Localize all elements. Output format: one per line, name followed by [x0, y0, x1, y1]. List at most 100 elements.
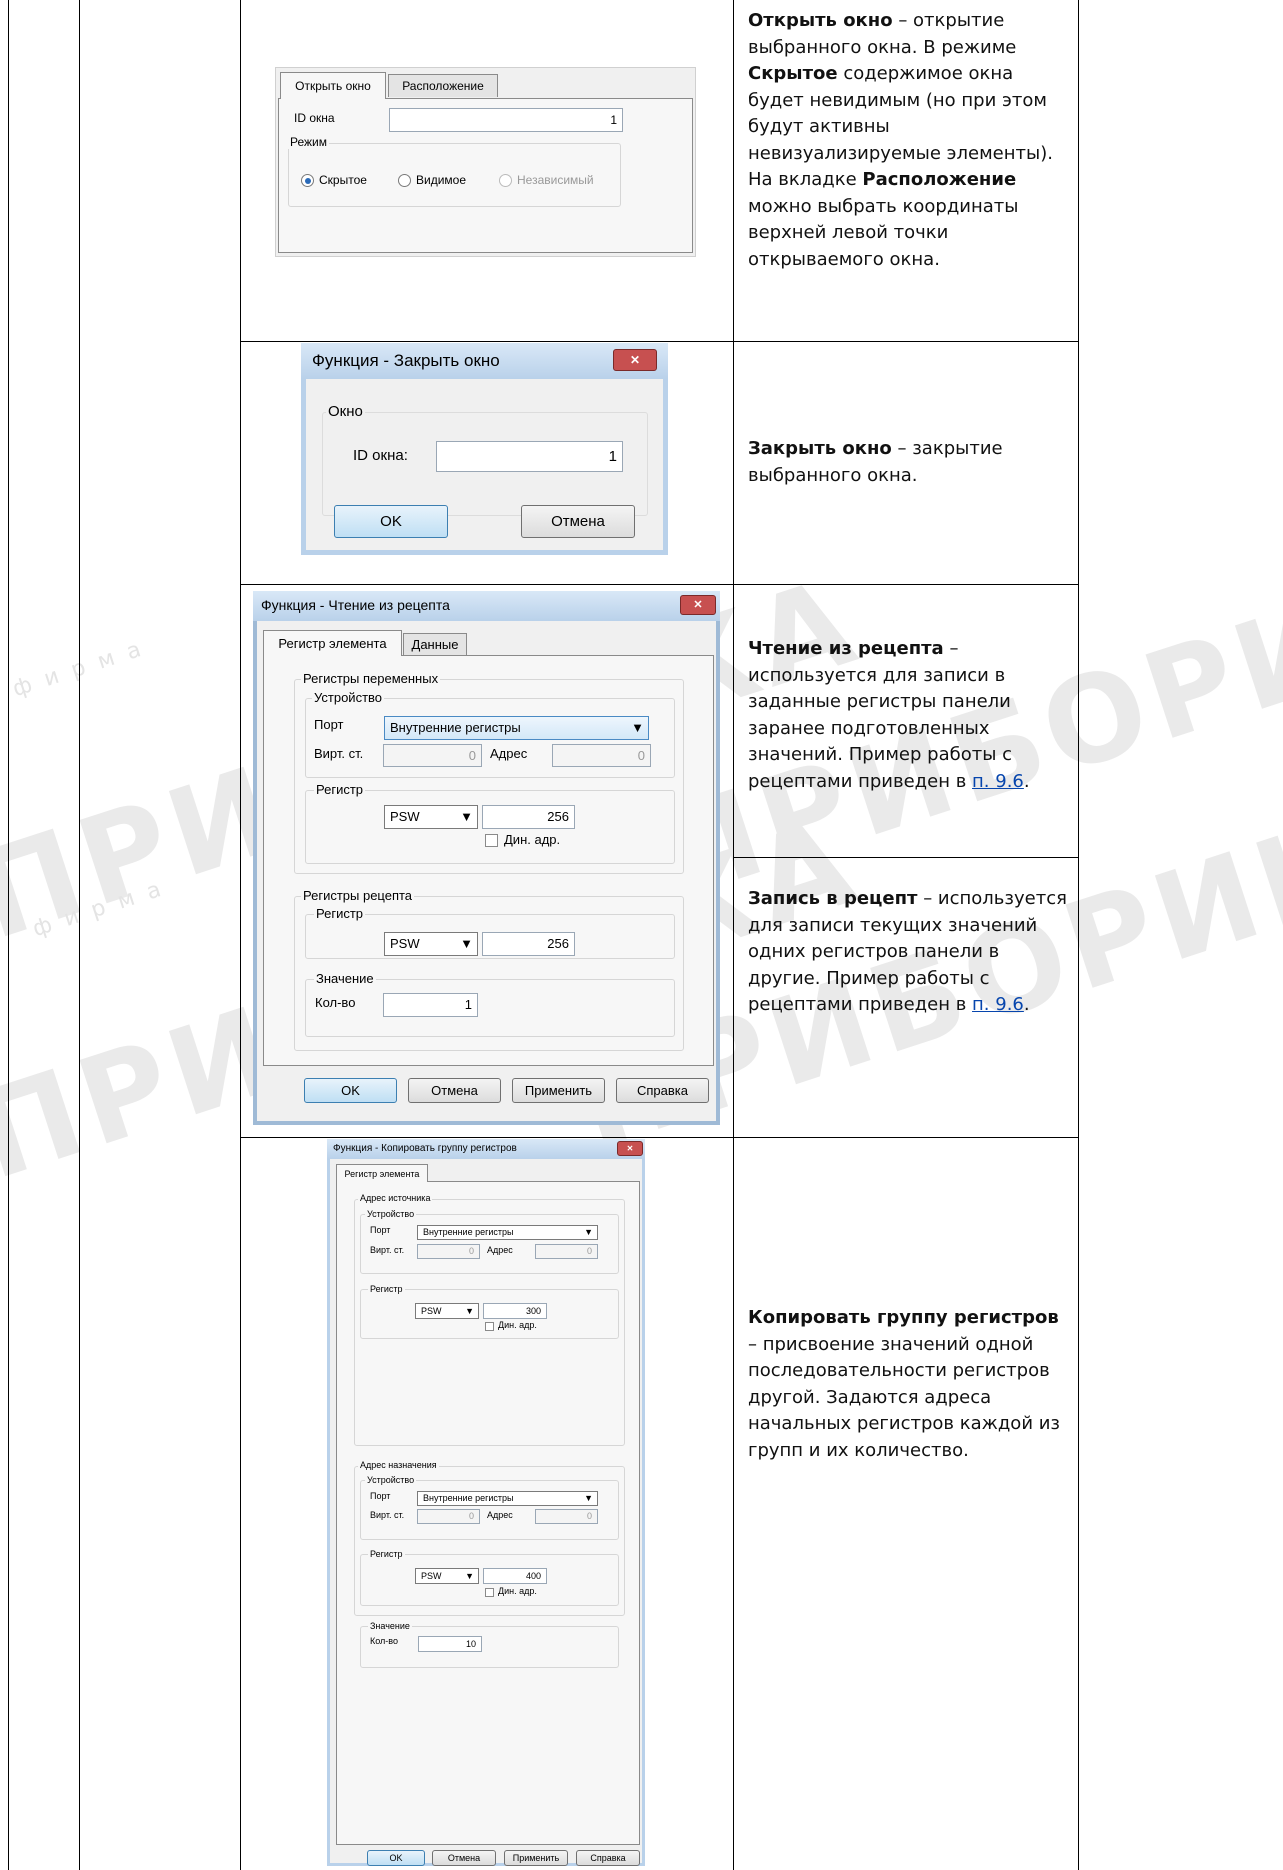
tab-data[interactable]: Данные: [403, 633, 467, 655]
dialog-title: Функция - Закрыть окно: [312, 351, 500, 370]
device-group-label: Устройство: [312, 690, 385, 705]
virtual-station-label: Вирт. ст.: [314, 746, 364, 761]
dynamic-address-checkbox[interactable]: [485, 834, 498, 847]
port-label: Порт: [370, 1225, 391, 1235]
cancel-button[interactable]: Отмена: [408, 1078, 501, 1103]
radio-hidden-label: Скрытое: [319, 173, 367, 187]
virtual-station-input[interactable]: 0: [417, 1509, 480, 1524]
device-group-label: Устройство: [365, 1209, 417, 1219]
device-group-label: Устройство: [365, 1475, 417, 1485]
dynamic-address-checkbox[interactable]: [485, 1588, 494, 1597]
cancel-button[interactable]: Отмена: [432, 1850, 496, 1866]
port-select[interactable]: Внутренние регистры ▼: [417, 1225, 598, 1240]
count-input[interactable]: 10: [418, 1636, 482, 1652]
window-id-input[interactable]: 1: [389, 108, 623, 132]
virtual-station-input[interactable]: 0: [417, 1244, 480, 1259]
register-type-select[interactable]: PSW ▼: [384, 805, 478, 829]
chevron-down-icon: ▼: [465, 1571, 474, 1581]
bold-term: Чтение из рецепта: [748, 638, 944, 659]
chevron-down-icon: ▼: [460, 936, 473, 951]
chevron-down-icon: ▼: [465, 1306, 474, 1316]
recipe-registers-label: Регистры рецепта: [301, 888, 415, 903]
dynamic-address-label: Дин. адр.: [504, 832, 561, 847]
tab-location[interactable]: Расположение: [388, 74, 498, 97]
value-group-label: Значение: [368, 1621, 412, 1631]
register-type-value: PSW: [390, 809, 420, 824]
register-address-input[interactable]: 256: [482, 805, 575, 829]
port-select-value: Внутренние регистры: [423, 1493, 514, 1503]
recipe-register-address-input[interactable]: 256: [482, 932, 575, 956]
register-type-select[interactable]: PSW ▼: [415, 1303, 479, 1319]
count-input[interactable]: 1: [383, 993, 478, 1017]
count-label: Кол-во: [315, 995, 356, 1010]
window-id-label: ID окна: [294, 111, 335, 125]
chevron-down-icon: ▼: [460, 809, 473, 824]
recipe-register-type-value: PSW: [390, 936, 420, 951]
dynamic-address-label: Дин. адр.: [498, 1586, 537, 1596]
address-label: Адрес: [490, 746, 528, 761]
tab-open-window[interactable]: Открыть окно: [280, 72, 386, 99]
close-icon[interactable]: ✕: [617, 1141, 643, 1156]
virtual-station-label: Вирт. ст.: [370, 1510, 405, 1520]
recipe-register-type-select[interactable]: PSW ▼: [384, 932, 478, 956]
section-link[interactable]: п. 9.6: [972, 994, 1024, 1015]
register-address-input[interactable]: 300: [483, 1303, 547, 1319]
port-select[interactable]: Внутренние регистры ▼: [417, 1491, 598, 1506]
chevron-down-icon: ▼: [631, 720, 644, 735]
port-label: Порт: [370, 1491, 391, 1501]
bold-term: Копировать группу регистров: [748, 1307, 1059, 1328]
port-label: Порт: [314, 717, 344, 732]
bold-term: Закрыть окно: [748, 438, 892, 459]
address-input[interactable]: 0: [552, 744, 651, 767]
radio-hidden[interactable]: [301, 174, 314, 187]
row-description-read-recipe: Чтение из рецепта – используется для зап…: [748, 638, 1030, 792]
help-button[interactable]: Справка: [616, 1078, 709, 1103]
copy-registers-dialog: Функция - Копировать группу регистров ✕ …: [327, 1139, 645, 1866]
close-icon[interactable]: ✕: [680, 595, 716, 615]
watermark-word: фирма: [9, 632, 158, 703]
watermark-word: фирма: [29, 872, 178, 943]
dialog-title: Функция - Чтение из рецепта: [261, 597, 450, 613]
variable-registers-label: Регистры переменных: [301, 671, 441, 686]
radio-independent[interactable]: [499, 174, 512, 187]
help-button[interactable]: Справка: [576, 1850, 640, 1866]
virtual-station-input[interactable]: 0: [383, 744, 482, 767]
dialog-title: Функция - Копировать группу регистров: [333, 1143, 517, 1154]
source-address-label: Адрес источника: [358, 1193, 433, 1203]
tab-element-register[interactable]: Регистр элемента: [263, 630, 402, 656]
row-description-open-window: Открыть окно – открытие выбранного окна.…: [748, 10, 1053, 270]
recipe-register-label: Регистр: [314, 906, 366, 921]
row-description-copy-registers: Копировать группу регистров – присвоение…: [748, 1307, 1061, 1461]
window-id-label: ID окна:: [353, 447, 408, 464]
apply-button[interactable]: Применить: [504, 1850, 568, 1866]
register-type-select[interactable]: PSW ▼: [415, 1568, 479, 1584]
close-window-dialog: Функция - Закрыть окно ✕ Окно ID окна: 1…: [301, 343, 668, 555]
radio-visible-label: Видимое: [416, 173, 467, 187]
register-address-input[interactable]: 400: [483, 1568, 547, 1584]
cancel-button[interactable]: Отмена: [521, 505, 635, 538]
section-link[interactable]: п. 9.6: [972, 771, 1024, 792]
tab-element-register[interactable]: Регистр элемента: [336, 1164, 428, 1182]
register-group-label: Регистр: [368, 1284, 405, 1294]
dynamic-address-checkbox[interactable]: [485, 1322, 494, 1331]
port-select[interactable]: Внутренние регистры ▼: [384, 716, 649, 740]
ok-button[interactable]: OK: [334, 505, 448, 538]
address-input[interactable]: 0: [535, 1509, 598, 1524]
register-type-value: PSW: [421, 1306, 442, 1316]
dynamic-address-label: Дин. адр.: [498, 1320, 537, 1330]
ok-button[interactable]: OK: [304, 1078, 397, 1103]
close-icon[interactable]: ✕: [613, 349, 657, 371]
value-group: [305, 979, 675, 1037]
ok-button[interactable]: OK: [367, 1850, 425, 1866]
register-type-value: PSW: [421, 1571, 442, 1581]
mode-group-label: Режим: [288, 135, 329, 149]
address-input[interactable]: 0: [535, 1244, 598, 1259]
bold-term: Скрытое: [748, 63, 838, 84]
count-label: Кол-во: [370, 1636, 398, 1646]
window-group-label: Окно: [326, 403, 365, 420]
window-id-input[interactable]: 1: [436, 441, 623, 472]
apply-button[interactable]: Применить: [512, 1078, 605, 1103]
radio-independent-label: Независимый: [517, 173, 594, 187]
radio-visible[interactable]: [398, 174, 411, 187]
virtual-station-label: Вирт. ст.: [370, 1245, 405, 1255]
